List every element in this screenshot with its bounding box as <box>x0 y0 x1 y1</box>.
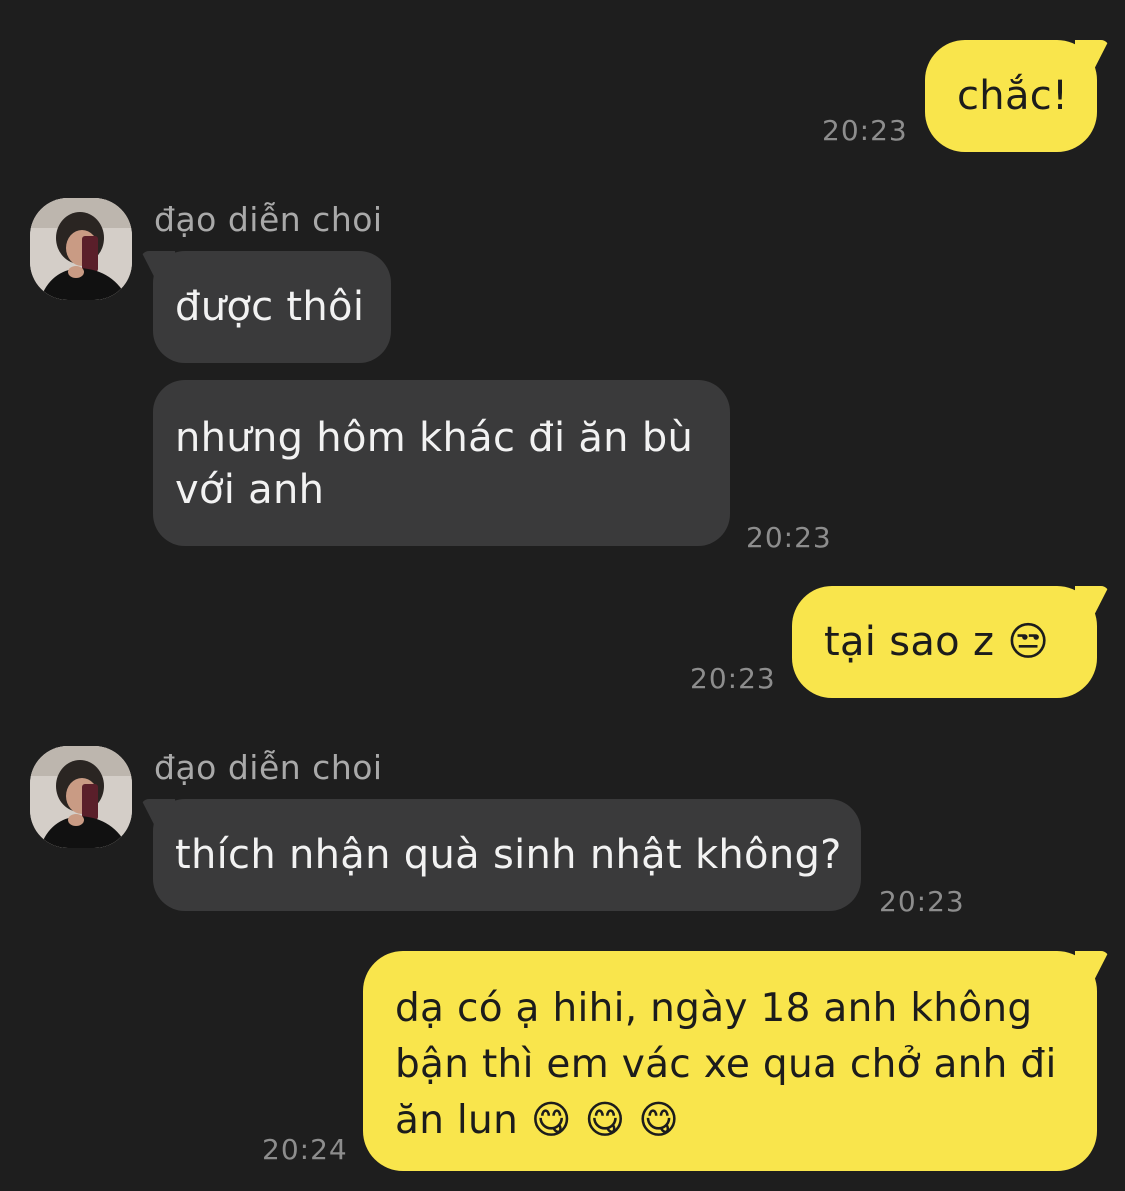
message-timestamp: 20:23 <box>822 114 908 147</box>
message-text-line: với anh <box>175 467 325 513</box>
user-photo-avatar-icon <box>30 198 132 300</box>
bubble-tail <box>141 251 175 281</box>
message-text: chắc! <box>957 73 1069 119</box>
contact-avatar[interactable] <box>30 198 132 300</box>
message-text-line: bận thì em vác xe qua chở anh đi <box>395 1042 1057 1087</box>
unamused-face-icon: 😒 <box>1007 619 1050 665</box>
message-text-line: ăn lun 😋 😋 😋 <box>395 1093 1097 1149</box>
message-text-content: ăn lun <box>395 1098 519 1143</box>
message-timestamp: 20:23 <box>690 662 776 695</box>
face-savoring-food-icon: 😋 😋 😋 <box>530 1098 680 1143</box>
incoming-message-bubble[interactable]: được thôi <box>141 251 391 363</box>
bubble-tail <box>141 799 175 829</box>
message-text-line: dạ có ạ hihi, ngày 18 anh không <box>395 986 1033 1031</box>
contact-avatar[interactable] <box>30 746 132 848</box>
outgoing-message-bubble[interactable]: dạ có ạ hihi, ngày 18 anh không bận thì … <box>363 951 1109 1171</box>
message-text-content: tại sao z <box>824 619 995 665</box>
outgoing-message-bubble[interactable]: tại sao z 😒 <box>792 586 1109 698</box>
message-timestamp: 20:23 <box>746 521 832 554</box>
bubble-tail <box>1075 586 1109 616</box>
message-timestamp: 20:24 <box>262 1133 348 1166</box>
bubble-tail <box>1075 40 1109 70</box>
message-text-line: nhưng hôm khác đi ăn bù <box>175 415 694 461</box>
message-text: được thôi <box>175 284 365 330</box>
sender-name: đạo diễn choi <box>154 748 383 787</box>
sender-name: đạo diễn choi <box>154 200 383 239</box>
user-photo-avatar-icon <box>30 746 132 848</box>
message-text: tại sao z 😒 <box>824 616 1097 668</box>
bubble-tail <box>1075 951 1109 981</box>
message-timestamp: 20:23 <box>879 885 965 918</box>
outgoing-message-bubble[interactable]: chắc! <box>925 40 1109 152</box>
message-text: thích nhận quà sinh nhật không? <box>175 832 842 878</box>
incoming-message-bubble[interactable]: thích nhận quà sinh nhật không? <box>141 799 861 911</box>
incoming-message-bubble[interactable]: nhưng hôm khác đi ăn bù với anh <box>153 380 730 546</box>
chat-thread[interactable]: 20:23 chắc! đạo diễn choi được thôi nhưn… <box>0 0 1125 1191</box>
